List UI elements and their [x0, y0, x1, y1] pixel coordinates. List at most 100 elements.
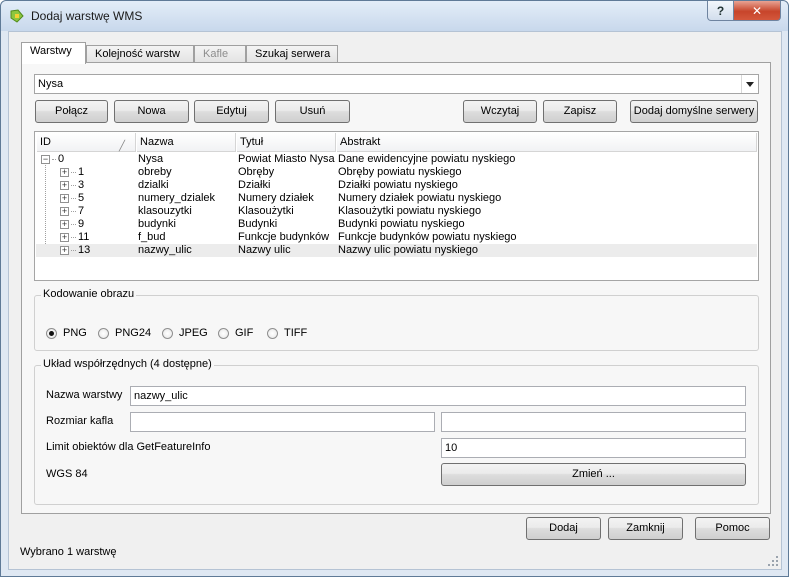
- radio-jpeg-label: JPEG: [179, 327, 208, 339]
- close-window-button[interactable]: ✕: [733, 1, 781, 21]
- crs-name-label: WGS 84: [46, 468, 88, 480]
- help-title-button[interactable]: ?: [707, 1, 734, 21]
- cell-name: klasouzytki: [138, 205, 192, 217]
- delete-button[interactable]: Usuń: [275, 100, 350, 123]
- table-row[interactable]: + 9 budynki Budynki Budynki powiatu nysk…: [36, 218, 757, 231]
- expand-icon[interactable]: +: [60, 233, 69, 242]
- cell-name: dzialki: [138, 179, 169, 191]
- radio-png-indicator: [46, 327, 57, 339]
- radio-png[interactable]: PNG: [46, 327, 87, 339]
- tab-kafle: Kafle: [194, 45, 246, 63]
- status-bar-text: Wybrano 1 warstwę: [20, 546, 117, 558]
- table-row[interactable]: + 3 dzialki Działki Działki powiatu nysk…: [36, 179, 757, 192]
- layers-tree[interactable]: ID ╱ Nazwa Tytuł Abstrakt − 0 Nysa Powia…: [34, 131, 759, 281]
- window-title: Dodaj warstwę WMS: [31, 9, 143, 23]
- table-row[interactable]: + 5 numery_dzialek Numery działek Numery…: [36, 192, 757, 205]
- column-header-abstrakt[interactable]: Abstrakt: [336, 133, 757, 152]
- cell-title: Budynki: [238, 218, 278, 230]
- crs-group: Układ współrzędnych (4 dostępne) Nazwa w…: [34, 358, 759, 505]
- server-select[interactable]: Nysa: [34, 74, 759, 94]
- crs-group-title: Układ współrzędnych (4 dostępne): [41, 358, 214, 370]
- cell-abstract: Działki powiatu nyskiego: [338, 179, 458, 191]
- connect-button[interactable]: Połącz: [35, 100, 108, 123]
- expand-icon[interactable]: +: [60, 194, 69, 203]
- close-button[interactable]: Zamknij: [608, 517, 683, 540]
- cell-abstract: Funkcje budynków powiatu nyskiego: [338, 231, 517, 243]
- radio-png24-indicator: [98, 327, 109, 339]
- dialog-client-area: Warstwy Kolejność warstw Kafle Szukaj se…: [8, 31, 782, 570]
- cell-title: Numery działek: [238, 192, 314, 204]
- edit-button[interactable]: Edytuj: [194, 100, 269, 123]
- expand-icon[interactable]: +: [60, 220, 69, 229]
- radio-png-label: PNG: [63, 327, 87, 339]
- cell-abstract: Budynki powiatu nyskiego: [338, 218, 465, 230]
- tab-kolejnosc-warstw[interactable]: Kolejność warstw: [86, 45, 194, 63]
- radio-gif[interactable]: GIF: [218, 327, 253, 339]
- feature-limit-label: Limit obiektów dla GetFeatureInfo: [46, 441, 211, 453]
- table-row[interactable]: + 1 obreby Obręby Obręby powiatu nyskieg…: [36, 166, 757, 179]
- add-default-servers-button[interactable]: Dodaj domyślne serwery: [630, 100, 758, 123]
- column-header-nazwa[interactable]: Nazwa: [136, 133, 236, 152]
- radio-jpeg[interactable]: JPEG: [162, 327, 208, 339]
- load-button[interactable]: Wczytaj: [463, 100, 537, 123]
- radio-gif-indicator: [218, 327, 229, 339]
- layer-name-label: Nazwa warstwy: [46, 389, 123, 401]
- expand-icon[interactable]: +: [60, 246, 69, 255]
- radio-gif-label: GIF: [235, 327, 254, 339]
- change-crs-button[interactable]: Zmień ...: [441, 463, 746, 486]
- feature-limit-input[interactable]: 10: [441, 438, 746, 458]
- cell-abstract: Obręby powiatu nyskiego: [338, 166, 462, 178]
- radio-tiff-indicator: [267, 327, 278, 339]
- new-button[interactable]: Nowa: [114, 100, 189, 123]
- help-button[interactable]: Pomoc: [695, 517, 770, 540]
- tree-header: ID ╱ Nazwa Tytuł Abstrakt: [36, 133, 757, 152]
- radio-tiff[interactable]: TIFF: [267, 327, 307, 339]
- cell-title: Funkcje budynków: [238, 231, 330, 243]
- cell-id: 9: [78, 218, 85, 230]
- table-row-selected[interactable]: + 13 nazwy_ulic Nazwy ulic Nazwy ulic po…: [36, 244, 757, 257]
- table-row[interactable]: + 7 klasouzytki Klasoużytki Klasoużytki …: [36, 205, 757, 218]
- expand-icon[interactable]: +: [60, 207, 69, 216]
- cell-title: Obręby: [238, 166, 275, 178]
- collapse-icon[interactable]: −: [41, 155, 50, 164]
- cell-id: 3: [78, 179, 85, 191]
- cell-name: budynki: [138, 218, 176, 230]
- resize-grip-icon[interactable]: [767, 555, 779, 567]
- cell-title: Klasoużytki: [238, 205, 294, 217]
- dropdown-arrow-icon[interactable]: [741, 75, 758, 93]
- cell-title: Nazwy ulic: [238, 244, 291, 256]
- layer-name-input[interactable]: nazwy_ulic: [130, 386, 746, 406]
- tab-szukaj-serwera[interactable]: Szukaj serwera: [246, 45, 338, 63]
- table-row[interactable]: − 0 Nysa Powiat Miasto Nysa Dane ewidenc…: [36, 153, 757, 166]
- cell-name: Nysa: [138, 153, 164, 165]
- image-encoding-group: Kodowanie obrazu PNG PNG24 JPEG GIF TIFF: [34, 288, 759, 351]
- cell-id: 5: [78, 192, 85, 204]
- radio-jpeg-indicator: [162, 327, 173, 339]
- qgis-logo-icon: [10, 9, 24, 23]
- radio-tiff-label: TIFF: [284, 327, 308, 339]
- table-row[interactable]: + 11 f_bud Funkcje budynków Funkcje budy…: [36, 231, 757, 244]
- image-encoding-title: Kodowanie obrazu: [41, 288, 137, 300]
- tab-warstwy[interactable]: Warstwy: [21, 42, 86, 64]
- layers-tab-panel: Nysa Połącz Nowa Edytuj Usuń Wczytaj Zap…: [21, 62, 771, 514]
- cell-abstract: Klasoużytki powiatu nyskiego: [338, 205, 482, 217]
- expand-icon[interactable]: +: [60, 168, 69, 177]
- expand-icon[interactable]: +: [60, 181, 69, 190]
- column-header-id[interactable]: ID ╱: [36, 133, 136, 152]
- column-header-tytul[interactable]: Tytuł: [236, 133, 336, 152]
- add-button[interactable]: Dodaj: [526, 517, 601, 540]
- title-bar[interactable]: Dodaj warstwę WMS ? ✕: [1, 1, 788, 31]
- tile-height-input[interactable]: [441, 412, 746, 432]
- tile-size-label: Rozmiar kafla: [46, 415, 114, 427]
- server-select-value: Nysa: [38, 78, 64, 90]
- save-button[interactable]: Zapisz: [543, 100, 617, 123]
- cell-id: 13: [78, 244, 91, 256]
- cell-id: 11: [78, 231, 90, 243]
- cell-id: 7: [78, 205, 85, 217]
- cell-id: 0: [58, 153, 65, 165]
- dialog-window: Dodaj warstwę WMS ? ✕ Warstwy Kolejność …: [0, 0, 789, 577]
- cell-name: f_bud: [138, 231, 166, 243]
- radio-png24[interactable]: PNG24: [98, 327, 151, 339]
- tile-width-input[interactable]: [130, 412, 435, 432]
- cell-abstract: Dane ewidencyjne powiatu nyskiego: [338, 153, 516, 165]
